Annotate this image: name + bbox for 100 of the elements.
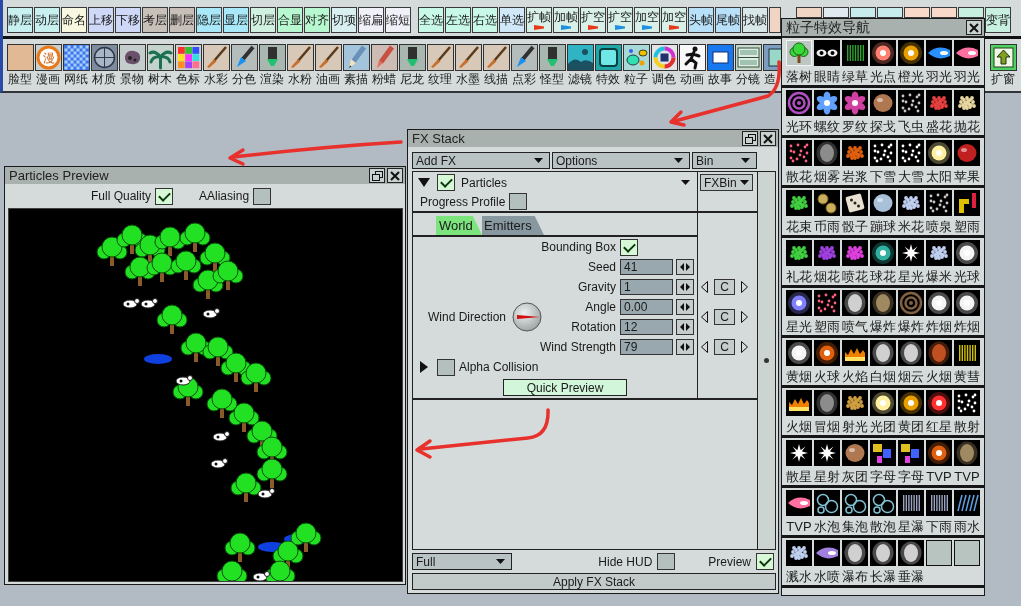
effect-button[interactable]: 黄团 <box>898 390 924 435</box>
effect-button[interactable]: 长瀑 <box>870 540 896 585</box>
effect-button[interactable]: 喷花 <box>842 240 868 285</box>
effect-button[interactable]: 烟花 <box>814 240 840 285</box>
tool-button[interactable]: 动画 <box>679 44 706 91</box>
toolbar-button[interactable]: 下移 <box>115 7 141 33</box>
tool-button[interactable]: 滤镜 <box>567 44 594 91</box>
toolbar-button[interactable]: 对齐 <box>304 7 330 33</box>
toolbar-button[interactable]: 全选 <box>418 7 444 33</box>
effect-button[interactable]: 烟雾 <box>814 140 840 185</box>
effect-button[interactable]: 塑雨 <box>814 290 840 335</box>
toolbar-button[interactable]: 上移 <box>88 7 114 33</box>
c-button[interactable]: C <box>714 279 735 295</box>
toolbar-button[interactable]: 命名 <box>61 7 87 33</box>
effect-button[interactable]: 水喷 <box>814 540 840 585</box>
direction-dial[interactable] <box>512 302 543 332</box>
effect-button[interactable]: 下雪 <box>870 140 896 185</box>
effect-button[interactable]: 羽光 <box>926 40 952 85</box>
effect-button[interactable]: 探戈 <box>870 90 896 135</box>
effect-button[interactable]: 炸烟 <box>954 290 980 335</box>
toolbar-button[interactable]: 考层 <box>142 7 168 33</box>
checkbox[interactable] <box>756 553 774 570</box>
c-button[interactable]: C <box>714 339 735 355</box>
quick-preview-button[interactable]: Quick Preview <box>503 379 627 396</box>
number-field[interactable]: 1 <box>620 279 673 295</box>
checkbox[interactable] <box>253 187 272 205</box>
effect-button[interactable]: 光点 <box>870 40 896 85</box>
effect-button[interactable]: 光团 <box>870 390 896 435</box>
toolbar-button[interactable] <box>877 7 903 18</box>
tool-button[interactable]: 点彩 <box>511 44 538 91</box>
toolbar-button[interactable]: 动层 <box>34 7 60 33</box>
effect-button[interactable]: 散星 <box>786 440 812 485</box>
effect-button[interactable]: 骰子 <box>842 190 868 235</box>
effect-button[interactable]: 炸烟 <box>926 290 952 335</box>
toolbar-button[interactable] <box>904 7 930 18</box>
effect-button[interactable]: 下雨 <box>926 490 952 535</box>
tool-button[interactable]: 线描 <box>483 44 510 91</box>
effect-button[interactable]: 瀑布 <box>842 540 868 585</box>
number-field[interactable]: 12 <box>620 319 673 335</box>
toolbar-button[interactable]: 隐层 <box>196 7 222 33</box>
effect-button[interactable]: 抛花 <box>954 90 980 135</box>
effect-button[interactable]: 币雨 <box>814 190 840 235</box>
close-button[interactable] <box>387 168 403 183</box>
dropdown[interactable]: Options <box>552 152 690 169</box>
toolbar-button[interactable]: 合显 <box>277 7 303 33</box>
effect-button[interactable]: 溅水 <box>786 540 812 585</box>
toolbar-button[interactable] <box>958 7 984 18</box>
effect-button[interactable]: 绿草 <box>842 40 868 85</box>
effect-button[interactable]: 星射 <box>814 440 840 485</box>
tool-button[interactable]: 色标 <box>175 44 202 91</box>
effect-button[interactable]: 黄烟 <box>786 340 812 385</box>
effect-button[interactable]: 烟云 <box>898 340 924 385</box>
effect-button[interactable]: 塑雨 <box>954 190 980 235</box>
tool-button[interactable]: 材质 <box>91 44 118 91</box>
toolbar-button[interactable]: 找帧 <box>742 7 768 33</box>
tool-button[interactable]: 水彩 <box>203 44 230 91</box>
disclosure-triangle-icon[interactable] <box>418 178 430 187</box>
tool-button[interactable]: 油画 <box>315 44 342 91</box>
restore-button[interactable] <box>742 131 758 146</box>
right-triangle-icon[interactable] <box>741 341 748 353</box>
effect-button[interactable]: 螺纹 <box>814 90 840 135</box>
tool-button[interactable]: 尼龙 <box>399 44 426 91</box>
effect-button[interactable]: 垂瀑 <box>898 540 924 585</box>
disclosure-triangle-icon[interactable] <box>420 361 428 373</box>
number-field[interactable]: 0.00 <box>620 299 673 315</box>
checkbox[interactable] <box>620 238 638 256</box>
caret-icon[interactable] <box>681 180 690 185</box>
toolbar-button[interactable]: 左选 <box>445 7 471 33</box>
tool-button[interactable]: 故事 <box>707 44 734 91</box>
restore-button[interactable] <box>369 168 385 183</box>
effect-button[interactable]: 白烟 <box>870 340 896 385</box>
effect-button[interactable]: TVP <box>926 440 952 485</box>
effect-button[interactable]: 米花 <box>898 190 924 235</box>
toolbar-button[interactable]: 缩短 <box>385 7 411 33</box>
effect-button[interactable]: 球花 <box>870 240 896 285</box>
toolbar-button[interactable]: 切层 <box>250 7 276 33</box>
checkbox[interactable] <box>437 358 455 376</box>
tool-button[interactable]: 粉蜡 <box>371 44 398 91</box>
left-triangle-icon[interactable] <box>701 281 708 293</box>
tab[interactable]: Emitters <box>482 216 544 235</box>
c-button[interactable]: C <box>714 309 735 325</box>
dropdown[interactable]: Full <box>412 553 512 570</box>
toolbar-button[interactable]: 扩空 <box>607 7 633 33</box>
effect-button[interactable]: 火烟 <box>786 390 812 435</box>
close-button[interactable] <box>760 131 776 146</box>
tool-button[interactable]: 分色 <box>231 44 258 91</box>
spinner-button[interactable] <box>676 319 694 335</box>
tool-button[interactable]: 纹理 <box>427 44 454 91</box>
toolbar-button[interactable]: 缩扁 <box>358 7 384 33</box>
tool-button[interactable]: 水粉 <box>287 44 314 91</box>
effect-button[interactable]: 落树 <box>786 40 812 85</box>
tool-button[interactable]: 水墨 <box>455 44 482 91</box>
effect-button[interactable]: 羽光 <box>954 40 980 85</box>
effect-button[interactable]: 字母 <box>870 440 896 485</box>
tool-button[interactable]: 树木 <box>147 44 174 91</box>
toolbar-button[interactable]: 加空 <box>661 7 687 33</box>
bin-button[interactable]: FXBin <box>700 174 753 191</box>
effect-button[interactable]: 红星 <box>926 390 952 435</box>
tool-button[interactable]: 调色 <box>651 44 678 91</box>
effect-button[interactable]: 雨水 <box>954 490 980 535</box>
